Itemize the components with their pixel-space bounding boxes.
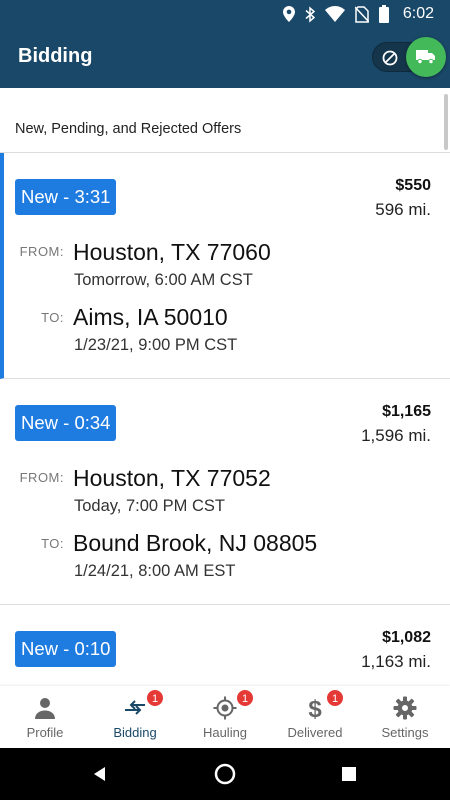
location-icon bbox=[282, 6, 295, 22]
to-label: TO: bbox=[41, 536, 64, 551]
toggle-knob[interactable] bbox=[406, 37, 446, 77]
wifi-icon bbox=[324, 6, 345, 22]
offer-distance: 1,596 mi. bbox=[361, 426, 431, 445]
offer-price: $1,165 bbox=[382, 403, 431, 420]
nav-item-profile[interactable]: Profile bbox=[0, 686, 90, 748]
nav-item-bidding[interactable]: 1 Bidding bbox=[90, 686, 180, 748]
from-label: FROM: bbox=[19, 244, 64, 259]
offer-price: $550 bbox=[395, 177, 431, 194]
notification-badge: 1 bbox=[326, 689, 344, 707]
status-time: 6:02 bbox=[402, 5, 434, 22]
origin-city: Houston, TX 77060 bbox=[73, 239, 271, 265]
page-title: Bidding bbox=[18, 45, 93, 67]
destination-city: Aims, IA 50010 bbox=[73, 304, 228, 330]
dollar-icon: $ bbox=[308, 696, 322, 720]
status-badge: New - 3:31 bbox=[15, 179, 117, 215]
scrollbar[interactable] bbox=[444, 94, 448, 150]
delivery-time: 1/23/21, 9:00 PM CST bbox=[74, 336, 238, 354]
offer-price: $1,082 bbox=[382, 629, 431, 646]
nav-item-hauling[interactable]: 1 Hauling bbox=[180, 686, 270, 748]
from-label: FROM: bbox=[19, 470, 64, 485]
nav-label: Bidding bbox=[113, 725, 157, 740]
app-bar: Bidding bbox=[0, 28, 450, 88]
section-title: New, Pending, and Rejected Offers bbox=[15, 121, 242, 137]
notification-badge: 1 bbox=[236, 689, 254, 707]
status-icons: 6:02 bbox=[282, 4, 434, 24]
svg-text:$: $ bbox=[308, 696, 322, 720]
to-label: TO: bbox=[41, 310, 64, 325]
gear-icon bbox=[393, 696, 417, 720]
offer-card[interactable]: New - 3:31 $550 596 mi. FROM: Houston, T… bbox=[0, 153, 450, 379]
bluetooth-icon bbox=[305, 5, 315, 23]
nav-label: Hauling bbox=[202, 725, 248, 740]
offer-distance: 1,163 mi. bbox=[361, 652, 431, 671]
delivery-time: 1/24/21, 8:00 AM EST bbox=[74, 562, 236, 580]
offer-card[interactable]: New - 0:34 $1,165 1,596 mi. FROM: Housto… bbox=[0, 379, 450, 605]
status-badge: New - 0:10 bbox=[15, 631, 117, 667]
section-header: New, Pending, and Rejected Offers bbox=[0, 88, 450, 153]
gps-target-icon bbox=[213, 696, 237, 720]
blocked-icon bbox=[382, 50, 398, 66]
status-bar: 6:02 bbox=[0, 0, 450, 28]
offer-distance: 596 mi. bbox=[375, 200, 431, 219]
home-icon[interactable] bbox=[213, 762, 237, 786]
origin-city: Houston, TX 77052 bbox=[73, 465, 271, 491]
pickup-time: Today, 7:00 PM CST bbox=[74, 497, 226, 515]
nav-label: Profile bbox=[26, 725, 64, 740]
back-icon[interactable] bbox=[88, 762, 112, 786]
recents-icon[interactable] bbox=[337, 762, 361, 786]
status-badge: New - 0:34 bbox=[15, 405, 117, 441]
person-icon bbox=[35, 698, 55, 719]
nav-item-delivered[interactable]: $ 1 Delivered bbox=[270, 686, 360, 748]
nav-label: Delivered bbox=[287, 725, 343, 740]
no-sim-icon bbox=[354, 5, 369, 23]
battery-icon bbox=[378, 5, 389, 23]
bidding-screen: 6:02 Bidding New, Pending, and Rejected … bbox=[0, 0, 450, 800]
truck-icon bbox=[416, 50, 435, 64]
pickup-time: Tomorrow, 6:00 AM CST bbox=[74, 271, 253, 289]
notification-badge: 1 bbox=[146, 689, 164, 707]
bottom-navigation: Profile 1 Bidding 1 Hauling $ 1 Delivere… bbox=[0, 686, 450, 748]
nav-item-settings[interactable]: Settings bbox=[360, 686, 450, 748]
system-navigation-bar bbox=[0, 748, 450, 800]
destination-city: Bound Brook, NJ 08805 bbox=[73, 530, 318, 556]
swap-arrows-icon bbox=[125, 700, 145, 715]
nav-label: Settings bbox=[381, 725, 429, 740]
